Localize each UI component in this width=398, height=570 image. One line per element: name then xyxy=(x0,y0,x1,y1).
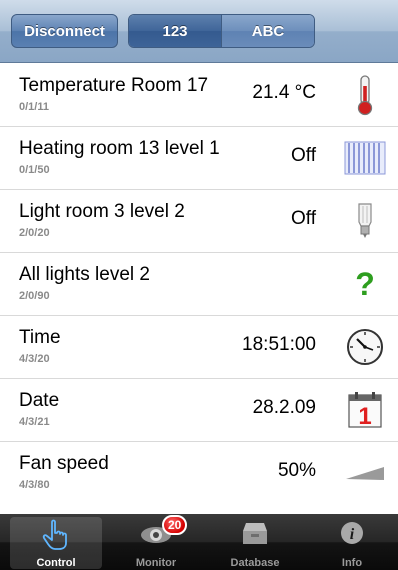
item-name: Date xyxy=(19,390,60,411)
info-icon: i xyxy=(338,519,366,552)
item-name: Time xyxy=(19,327,61,348)
item-address: 4/3/20 xyxy=(19,353,50,365)
object-list: Temperature Room 17 0/1/11 21.4 °C Heati… xyxy=(0,64,398,505)
list-item[interactable]: Light room 3 level 2 2/0/20 Off xyxy=(0,190,398,253)
radiator-icon xyxy=(342,135,388,181)
disconnect-button[interactable]: Disconnect xyxy=(11,14,118,48)
question-mark-icon: ? xyxy=(355,265,375,302)
tab-monitor[interactable]: 20 Monitor xyxy=(110,515,202,569)
light-bulb-icon xyxy=(342,198,388,244)
keyboard-mode-segmented-control: 123 ABC xyxy=(128,14,315,48)
item-name: Heating room 13 level 1 xyxy=(19,138,220,159)
archive-box-icon xyxy=(240,519,270,552)
tab-info[interactable]: i Info xyxy=(306,517,398,569)
notification-badge: 20 xyxy=(162,515,188,535)
tab-label: Monitor xyxy=(135,557,177,569)
segment-abc[interactable]: ABC xyxy=(221,15,314,47)
tab-database[interactable]: Database xyxy=(209,517,301,569)
calendar-day-number: 1 xyxy=(358,403,371,428)
item-value: 50% xyxy=(277,460,316,481)
list-item[interactable]: All lights level 2 2/0/90 ? xyxy=(0,253,398,316)
item-name: All lights level 2 xyxy=(19,264,150,285)
level-wedge-icon xyxy=(342,450,388,496)
calendar-icon: 1 xyxy=(342,387,388,433)
thermometer-icon xyxy=(342,72,388,118)
item-address: 4/3/80 xyxy=(19,479,50,491)
item-address: 2/0/90 xyxy=(19,290,50,302)
item-name: Light room 3 level 2 xyxy=(19,201,185,222)
tab-bar: Control 20 Monitor Database i Info xyxy=(0,514,398,570)
clock-icon xyxy=(342,324,388,370)
hand-pointer-icon xyxy=(41,519,71,556)
item-value: 28.2.09 xyxy=(252,397,316,418)
top-toolbar: Disconnect 123 ABC xyxy=(0,0,398,63)
list-item[interactable]: Heating room 13 level 1 0/1/50 Off xyxy=(0,127,398,190)
tab-label: Info xyxy=(341,557,363,569)
item-address: 4/3/21 xyxy=(19,416,50,428)
item-name: Temperature Room 17 xyxy=(19,75,209,96)
item-value: 18:51:00 xyxy=(242,334,316,355)
svg-text:i: i xyxy=(350,526,355,543)
item-value: Off xyxy=(291,208,316,229)
list-item[interactable]: Temperature Room 17 0/1/11 21.4 °C xyxy=(0,64,398,127)
item-address: 0/1/11 xyxy=(19,101,49,113)
list-item[interactable]: Date 4/3/21 28.2.09 1 xyxy=(0,379,398,442)
item-name: Fan speed xyxy=(19,453,109,474)
tab-label: Control xyxy=(36,557,76,569)
item-value: 21.4 °C xyxy=(252,82,316,103)
list-item[interactable]: Time 4/3/20 18:51:00 xyxy=(0,316,398,379)
item-address: 2/0/20 xyxy=(19,227,50,239)
item-address: 0/1/50 xyxy=(19,164,50,176)
list-item[interactable]: Fan speed 4/3/80 50% xyxy=(0,442,398,505)
tab-control[interactable]: Control xyxy=(10,517,102,569)
item-value: Off xyxy=(291,145,316,166)
tab-label: Database xyxy=(230,557,280,569)
segment-123[interactable]: 123 xyxy=(129,15,221,47)
